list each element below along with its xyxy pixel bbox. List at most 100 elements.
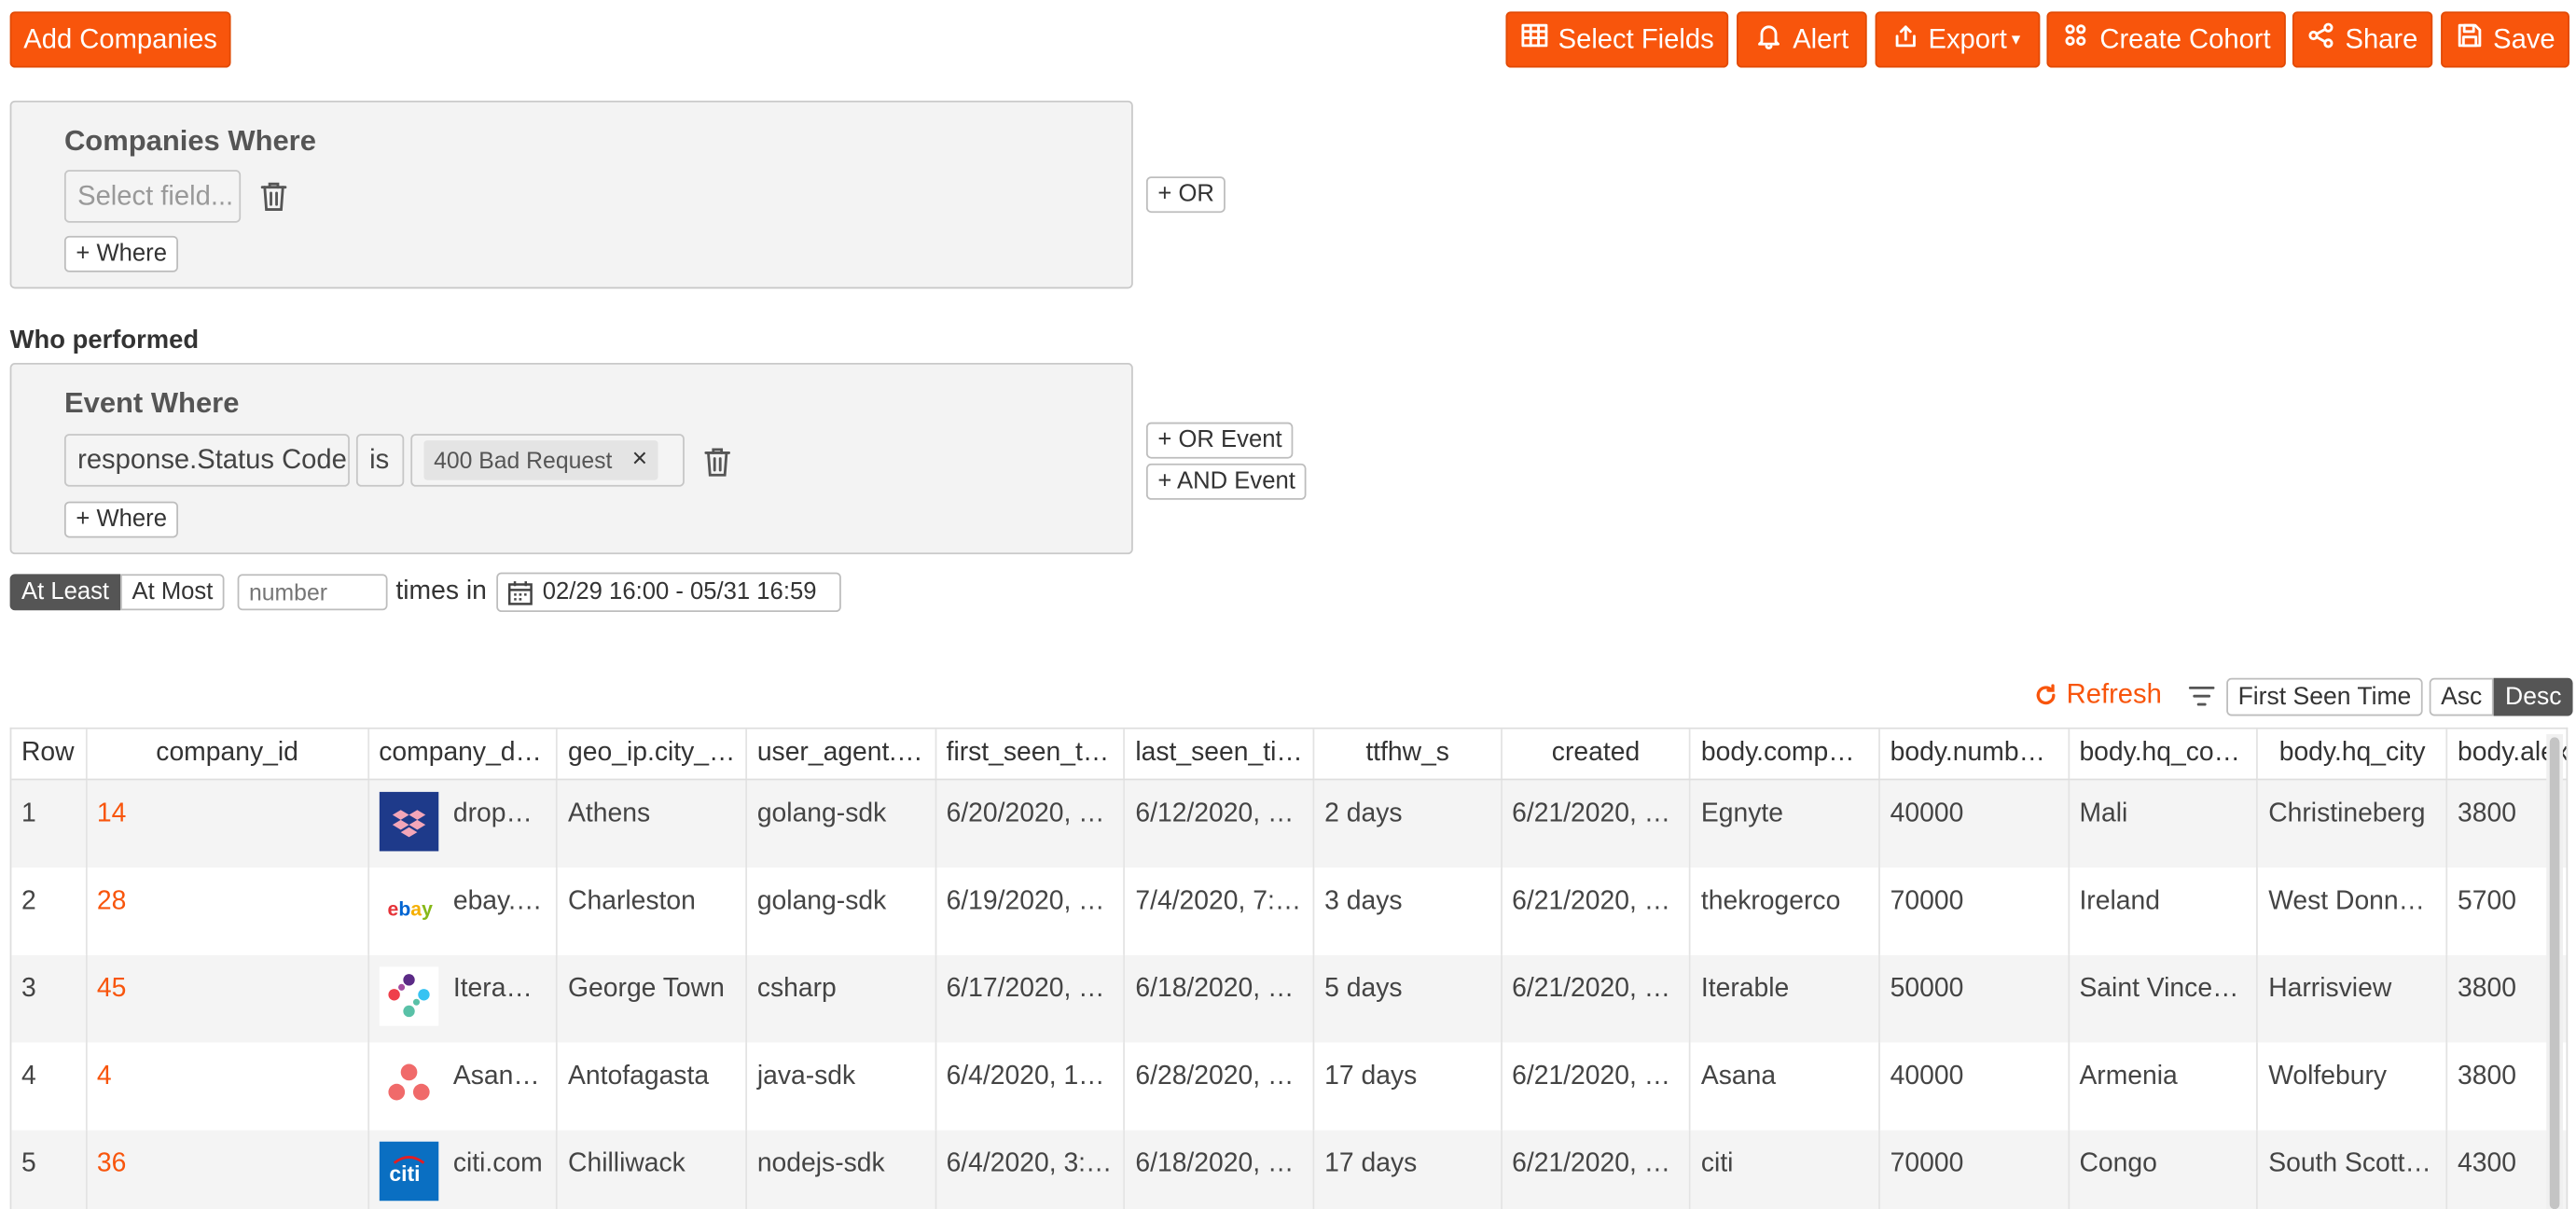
company-domain-cell: Iterable.c: [367, 953, 559, 1042]
table-row[interactable]: 3 45 Iterable.c George Town csharp 6/17/…: [11, 953, 2567, 1042]
hq-city-cell: South Scott…: [2257, 1129, 2448, 1209]
company-domain: dropbox.: [452, 799, 556, 828]
bell-icon: [1755, 21, 1783, 58]
sort-asc-toggle[interactable]: Asc: [2429, 677, 2494, 716]
company-id-link[interactable]: 4: [86, 1041, 369, 1130]
sort-desc-toggle[interactable]: Desc: [2493, 677, 2573, 716]
company-name-cell: Egnyte: [1690, 779, 1881, 868]
delete-filter-trash-icon[interactable]: [259, 180, 289, 213]
last-seen-cell: 6/28/2020, …: [1124, 1041, 1315, 1130]
column-header[interactable]: geo_ip.city_…: [557, 729, 748, 781]
table-vertical-scrollbar[interactable]: [2546, 733, 2563, 1209]
operator-dropdown[interactable]: is: [355, 434, 405, 487]
hq-city-cell: West Donna…: [2257, 867, 2448, 954]
select-field-dropdown[interactable]: Select field...: [63, 170, 242, 223]
column-header[interactable]: body.compa…: [1690, 729, 1881, 781]
user-agent-cell: csharp: [746, 953, 936, 1042]
date-range-picker[interactable]: 02/29 16:00 - 05/31 16:59: [496, 572, 841, 613]
created-cell: 6/21/2020, …: [1501, 779, 1692, 868]
company-name-cell: citi: [1690, 1129, 1881, 1209]
sort-field-dropdown[interactable]: First Seen Time: [2226, 677, 2423, 716]
ttfhw-cell: 3 days: [1313, 867, 1503, 954]
column-header[interactable]: body.hq_city: [2257, 729, 2448, 781]
add-companies-label: Add Companies: [23, 23, 217, 54]
scrollbar-thumb[interactable]: [2549, 737, 2560, 1209]
company-domain: ebay.com: [452, 886, 558, 915]
event-field-dropdown[interactable]: response.Status Code: [63, 434, 350, 487]
company-domain-cell: ebay ebay.com: [367, 867, 559, 954]
first-seen-cell: 6/17/2020, …: [935, 953, 1126, 1042]
sort-filter-icon: [2187, 683, 2217, 709]
ttfhw-cell: 17 days: [1313, 1041, 1503, 1130]
table-row[interactable]: 4 4 Asana.co Antofagasta java-sdk 6/4/20…: [11, 1041, 2567, 1130]
column-header[interactable]: last_seen_ti…: [1124, 729, 1315, 781]
save-button[interactable]: Save: [2441, 11, 2570, 68]
value-tag-label: 400 Bad Request: [434, 447, 613, 474]
and-event-button[interactable]: + AND Event: [1145, 463, 1308, 500]
column-header[interactable]: Row: [11, 729, 88, 781]
at-least-toggle[interactable]: At Least: [9, 574, 121, 611]
select-fields-button[interactable]: Select Fields: [1505, 11, 1729, 68]
table-row[interactable]: 5 36 citi citi.com Chilliwack nodejs-sdk …: [11, 1129, 2567, 1209]
times-in-label: times in: [395, 577, 487, 605]
column-header[interactable]: ttfhw_s: [1313, 729, 1503, 781]
share-button[interactable]: Share: [2292, 11, 2433, 68]
event-add-where-button[interactable]: + Where: [63, 501, 179, 538]
company-id-link[interactable]: 28: [86, 867, 369, 954]
city-cell: Charleston: [557, 867, 748, 954]
alert-button[interactable]: Alert: [1737, 11, 1867, 68]
refresh-icon: [2033, 683, 2058, 708]
company-domain: Iterable.c: [452, 974, 558, 1003]
date-range-label: 02/29 16:00 - 05/31 16:59: [542, 578, 817, 605]
times-number-input[interactable]: [237, 574, 388, 611]
table-header-row: Row company_id company_d… geo_ip.city_… …: [11, 729, 2567, 781]
svg-text:ebay: ebay: [387, 898, 433, 920]
cohort-icon: [2062, 21, 2090, 58]
at-most-toggle[interactable]: At Most: [120, 574, 225, 611]
add-companies-button[interactable]: Add Companies: [9, 11, 231, 68]
export-button[interactable]: Export ▼: [1875, 11, 2041, 68]
value-multiselect[interactable]: 400 Bad Request ×: [410, 434, 685, 487]
column-header[interactable]: created: [1501, 729, 1692, 781]
column-header[interactable]: user_agent.…: [746, 729, 936, 781]
first-seen-cell: 6/4/2020, 3:…: [935, 1129, 1126, 1209]
remove-tag-icon[interactable]: ×: [632, 445, 648, 475]
or-event-button[interactable]: + OR Event: [1145, 422, 1294, 459]
hq-country-cell: Saint Vincen…: [2068, 953, 2259, 1042]
hq-country-cell: Congo: [2068, 1129, 2259, 1209]
company-name-cell: thekrogerco: [1690, 867, 1881, 954]
company-name-cell: Asana: [1690, 1041, 1881, 1130]
table-row[interactable]: 1 14 dropbox. Athens golang-sdk 6/20/202…: [11, 779, 2567, 868]
company-id-link[interactable]: 14: [86, 779, 369, 868]
value-tag: 400 Bad Request ×: [423, 440, 658, 480]
row-number: 2: [11, 867, 88, 954]
table-row[interactable]: 2 28 ebay ebay.com Charleston golang-sdk …: [11, 867, 2567, 954]
number-cell: 70000: [1879, 1129, 2070, 1209]
first-seen-cell: 6/20/2020, …: [935, 779, 1126, 868]
company-id-link[interactable]: 45: [86, 953, 369, 1042]
column-header[interactable]: body.numbe…: [1879, 729, 2070, 781]
table-grid-icon: [1520, 21, 1548, 58]
column-header[interactable]: first_seen_ti…: [935, 729, 1126, 781]
svg-text:citi: citi: [389, 1160, 420, 1185]
calendar-icon: [506, 578, 534, 606]
refresh-button[interactable]: Refresh: [2033, 680, 2162, 712]
create-cohort-button[interactable]: Create Cohort: [2046, 11, 2286, 68]
add-where-button[interactable]: + Where: [63, 235, 179, 272]
column-header[interactable]: company_d…: [367, 729, 559, 781]
or-button[interactable]: + OR: [1145, 176, 1226, 214]
alert-label: Alert: [1793, 23, 1849, 54]
column-header[interactable]: company_id: [86, 729, 369, 781]
column-header[interactable]: body.hq_cou…: [2068, 729, 2259, 781]
last-seen-cell: 6/18/2020, …: [1124, 1129, 1315, 1209]
caret-down-icon: ▼: [2008, 31, 2024, 49]
ttfhw-cell: 5 days: [1313, 953, 1503, 1042]
user-agent-cell: golang-sdk: [746, 867, 936, 954]
row-number: 4: [11, 1041, 88, 1130]
city-cell: Antofagasta: [557, 1041, 748, 1130]
company-id-link[interactable]: 36: [86, 1129, 369, 1209]
hq-city-cell: Wolfebury: [2257, 1041, 2448, 1130]
delete-event-filter-trash-icon[interactable]: [702, 445, 732, 478]
dropbox-logo-icon: [379, 791, 438, 852]
created-cell: 6/21/2020, …: [1501, 1041, 1692, 1130]
